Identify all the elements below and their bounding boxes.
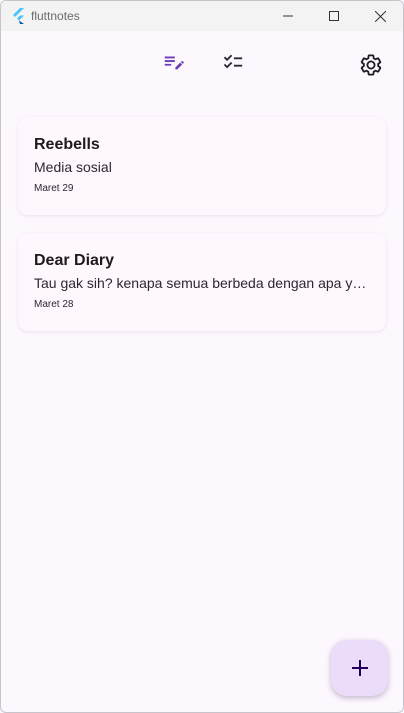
minimize-button[interactable] <box>265 1 311 31</box>
settings-button[interactable] <box>356 50 386 80</box>
toolbar <box>1 31 403 97</box>
close-button[interactable] <box>357 1 403 31</box>
maximize-icon <box>329 11 339 21</box>
note-list: Reebells Media sosial Maret 29 Dear Diar… <box>18 117 386 349</box>
plus-icon <box>351 660 368 676</box>
checklist-icon <box>223 54 243 69</box>
title-bar[interactable]: fluttnotes <box>1 1 403 31</box>
note-date: Maret 28 <box>34 299 74 310</box>
flutter-logo-icon <box>13 8 24 24</box>
window-controls <box>265 1 403 31</box>
note-date: Maret 29 <box>34 183 74 194</box>
add-note-button[interactable] <box>331 640 388 696</box>
note-body: Tau gak sih? kenapa semua berbeda dengan… <box>34 275 370 291</box>
gear-icon <box>360 54 382 76</box>
note-title: Dear Diary <box>34 252 115 269</box>
window-title: fluttnotes <box>31 9 80 23</box>
tab-todo[interactable] <box>218 47 248 77</box>
maximize-button[interactable] <box>311 1 357 31</box>
note-card[interactable]: Dear Diary Tau gak sih? kenapa semua ber… <box>18 233 386 331</box>
note-body: Media sosial <box>34 159 112 175</box>
minimize-icon <box>283 15 293 17</box>
note-title: Reebells <box>34 136 100 153</box>
close-icon <box>374 10 386 22</box>
tab-notes[interactable] <box>158 47 188 77</box>
note-card[interactable]: Reebells Media sosial Maret 29 <box>18 117 386 215</box>
app-window: fluttnotes Reebells Media sosial Maret 2… <box>0 0 404 713</box>
edit-note-icon <box>164 56 184 70</box>
